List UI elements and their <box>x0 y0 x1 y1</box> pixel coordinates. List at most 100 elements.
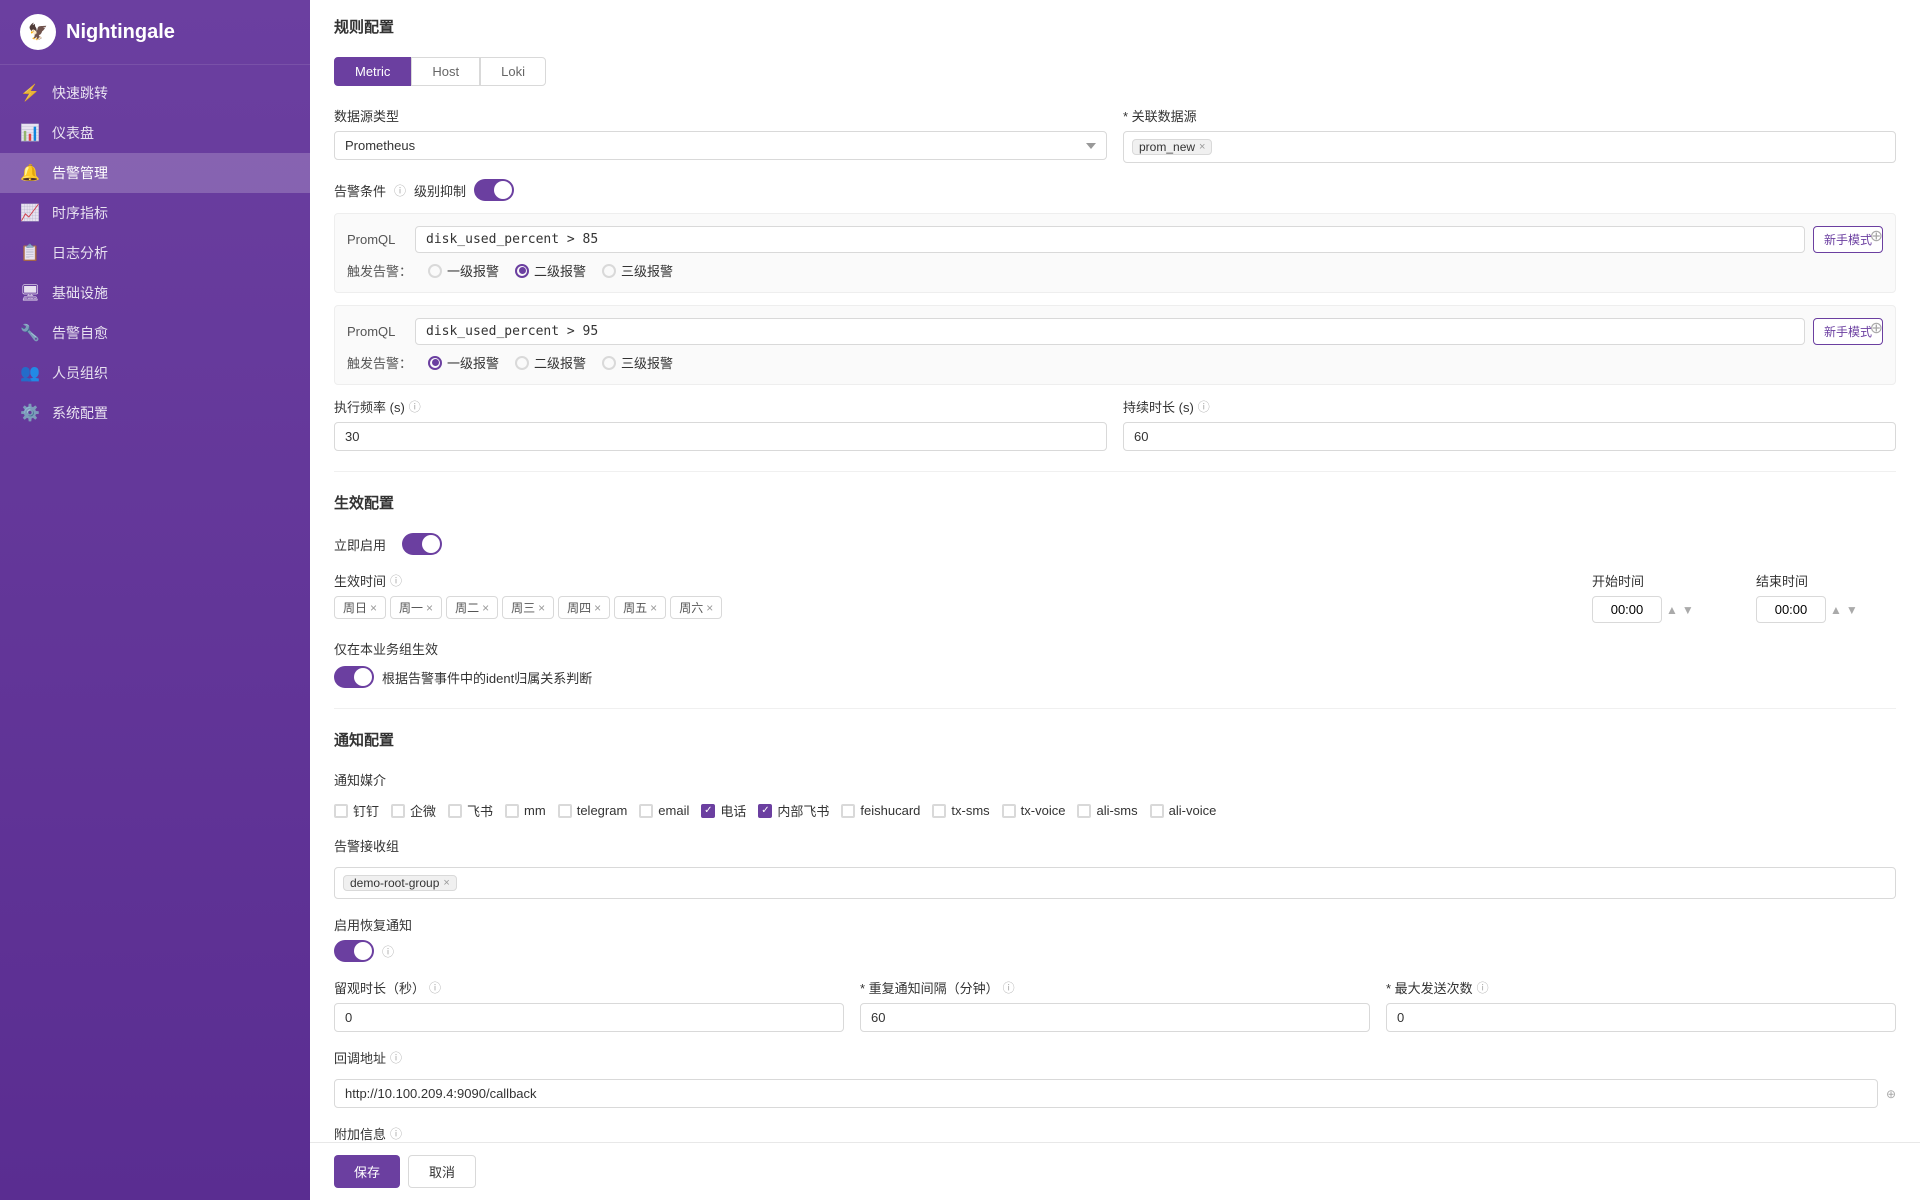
media-item-dingtalk[interactable]: 钉钉 <box>334 801 379 820</box>
duration-input[interactable] <box>1123 422 1896 451</box>
day-label: 周日 <box>343 599 367 616</box>
media-item-feishu[interactable]: 飞书 <box>448 801 493 820</box>
start-time-up[interactable]: ▲ <box>1666 603 1678 617</box>
sidebar-item-quick-jump[interactable]: ⚡快速跳转 <box>0 73 310 113</box>
media-item-ali-voice[interactable]: ali-voice <box>1150 803 1217 818</box>
media-item-mm[interactable]: mm <box>505 803 546 818</box>
promql-input-2[interactable] <box>415 318 1805 345</box>
media-item-tx-sms[interactable]: tx-sms <box>932 803 989 818</box>
immediate-toggle[interactable] <box>402 533 442 555</box>
checkbox-phone: ✓ <box>701 804 715 818</box>
start-time-group: 开始时间 ▲ ▼ <box>1592 571 1732 623</box>
start-time-input[interactable] <box>1592 596 1662 623</box>
remove-day[interactable]: × <box>706 601 713 615</box>
media-label-dingtalk: 钉钉 <box>353 801 379 820</box>
remove-receiver-tag[interactable]: × <box>443 877 449 889</box>
severity-row-2: 触发告警： 一级报警 二级报警 三级报警 <box>347 353 1883 372</box>
day-tag: 周一× <box>390 596 442 619</box>
checkbox-mm <box>505 804 519 818</box>
media-item-phone[interactable]: ✓ 电话 <box>701 801 746 820</box>
severity-option[interactable]: 三级报警 <box>602 353 673 372</box>
remove-day[interactable]: × <box>482 601 489 615</box>
exec-freq-info: ⓘ <box>409 398 421 415</box>
start-time-down[interactable]: ▼ <box>1682 603 1694 617</box>
related-datasource-input[interactable]: prom_new × <box>1123 131 1896 163</box>
remove-datasource-tag[interactable]: × <box>1199 141 1205 153</box>
remove-day[interactable]: × <box>538 601 545 615</box>
level-limit-label: 级别抑制 <box>414 181 466 200</box>
save-button[interactable]: 保存 <box>334 1155 400 1188</box>
severity-option[interactable]: 二级报警 <box>515 261 586 280</box>
severity-option[interactable]: 一级报警 <box>428 353 499 372</box>
max-send-group: * 最大发送次数 ⓘ <box>1386 978 1896 1032</box>
sidebar-item-system[interactable]: ⚙️系统配置 <box>0 393 310 433</box>
radio-group-2: 一级报警 二级报警 三级报警 <box>428 353 673 372</box>
tab-host[interactable]: Host <box>411 57 480 86</box>
observe-input[interactable] <box>334 1003 844 1032</box>
sidebar-item-org[interactable]: 👥人员组织 <box>0 353 310 393</box>
cancel-button[interactable]: 取消 <box>408 1155 476 1188</box>
promql-row-1: ⊕ PromQL 新手模式 触发告警： 一级报警 二级报警 三级报警 <box>334 213 1896 293</box>
alert-mgmt-icon: 🔔 <box>20 163 40 183</box>
quick-jump-icon: ⚡ <box>20 83 40 103</box>
day-tag: 周六× <box>670 596 722 619</box>
media-item-feishucard[interactable]: feishucard <box>841 803 920 818</box>
business-only-label: 仅在本业务组生效 <box>334 639 1896 658</box>
content-area: 规则配置 MetricHostLoki 数据源类型 Prometheus * 关… <box>310 0 1920 1200</box>
severity-option[interactable]: 二级报警 <box>515 353 586 372</box>
media-item-email[interactable]: email <box>639 803 689 818</box>
radio-group-1: 一级报警 二级报警 三级报警 <box>428 261 673 280</box>
tab-loki[interactable]: Loki <box>480 57 546 86</box>
severity-option[interactable]: 三级报警 <box>602 261 673 280</box>
remove-day[interactable]: × <box>370 601 377 615</box>
days-container: 周日×周一×周二×周三×周四×周五×周六× <box>334 596 1568 619</box>
exec-frequency-input[interactable] <box>334 422 1107 451</box>
media-item-telegram[interactable]: telegram <box>558 803 628 818</box>
remove-day[interactable]: × <box>650 601 657 615</box>
sidebar-item-self-monitor[interactable]: 🔧告警自愈 <box>0 313 310 353</box>
end-time-up[interactable]: ▲ <box>1830 603 1842 617</box>
promql-input-1[interactable] <box>415 226 1805 253</box>
promql-add-icon[interactable]: ⊕ <box>1870 226 1883 246</box>
end-time-label: 结束时间 <box>1756 571 1896 590</box>
business-only-group: 仅在本业务组生效 根据告警事件中的ident归属关系判断 <box>334 639 1896 688</box>
remove-day[interactable]: × <box>426 601 433 615</box>
datasource-tag: prom_new × <box>1132 139 1212 155</box>
sidebar-item-dashboard[interactable]: 📊仪表盘 <box>0 113 310 153</box>
system-icon: ⚙️ <box>20 403 40 423</box>
media-item-qiye[interactable]: 企微 <box>391 801 436 820</box>
sidebar-item-time-series[interactable]: 📈时序指标 <box>0 193 310 233</box>
sidebar-item-infra[interactable]: 🖥基础设施 <box>0 273 310 313</box>
business-toggle[interactable] <box>334 666 374 688</box>
notify-config-title: 通知配置 <box>334 729 1896 754</box>
callback-add-icon[interactable]: ⊕ <box>1886 1087 1896 1101</box>
radio-circle <box>428 264 442 278</box>
end-time-down[interactable]: ▼ <box>1846 603 1858 617</box>
end-time-input[interactable] <box>1756 596 1826 623</box>
receiver-input[interactable]: demo-root-group × <box>334 867 1896 899</box>
sidebar-item-log-analysis[interactable]: 📋日志分析 <box>0 233 310 273</box>
duration-info: ⓘ <box>1198 398 1210 415</box>
remove-day[interactable]: × <box>594 601 601 615</box>
promql-add-icon[interactable]: ⊕ <box>1870 318 1883 338</box>
media-item-ali-sms[interactable]: ali-sms <box>1077 803 1137 818</box>
max-send-input[interactable] <box>1386 1003 1896 1032</box>
datasource-type-select[interactable]: Prometheus <box>334 131 1107 160</box>
media-label-mm: mm <box>524 803 546 818</box>
sidebar-item-alert-mgmt[interactable]: 🔔告警管理 <box>0 153 310 193</box>
tab-metric[interactable]: Metric <box>334 57 411 86</box>
repeat-input[interactable] <box>860 1003 1370 1032</box>
recovery-toggle-row: ⓘ <box>334 940 1896 962</box>
severity-option[interactable]: 一级报警 <box>428 261 499 280</box>
level-limit-toggle[interactable] <box>474 179 514 201</box>
day-tag: 周四× <box>558 596 610 619</box>
checkbox-tx-voice <box>1002 804 1016 818</box>
start-time-input-group: ▲ ▼ <box>1592 596 1732 623</box>
media-item-tx-voice[interactable]: tx-voice <box>1002 803 1066 818</box>
recovery-toggle[interactable] <box>334 940 374 962</box>
callback-input[interactable] <box>334 1079 1878 1108</box>
receiver-group: 告警接收组 demo-root-group × <box>334 836 1896 899</box>
media-item-inner-feishu[interactable]: ✓ 内部飞书 <box>758 801 829 820</box>
day-label: 周一 <box>399 599 423 616</box>
infra-icon: 🖥 <box>20 283 40 303</box>
